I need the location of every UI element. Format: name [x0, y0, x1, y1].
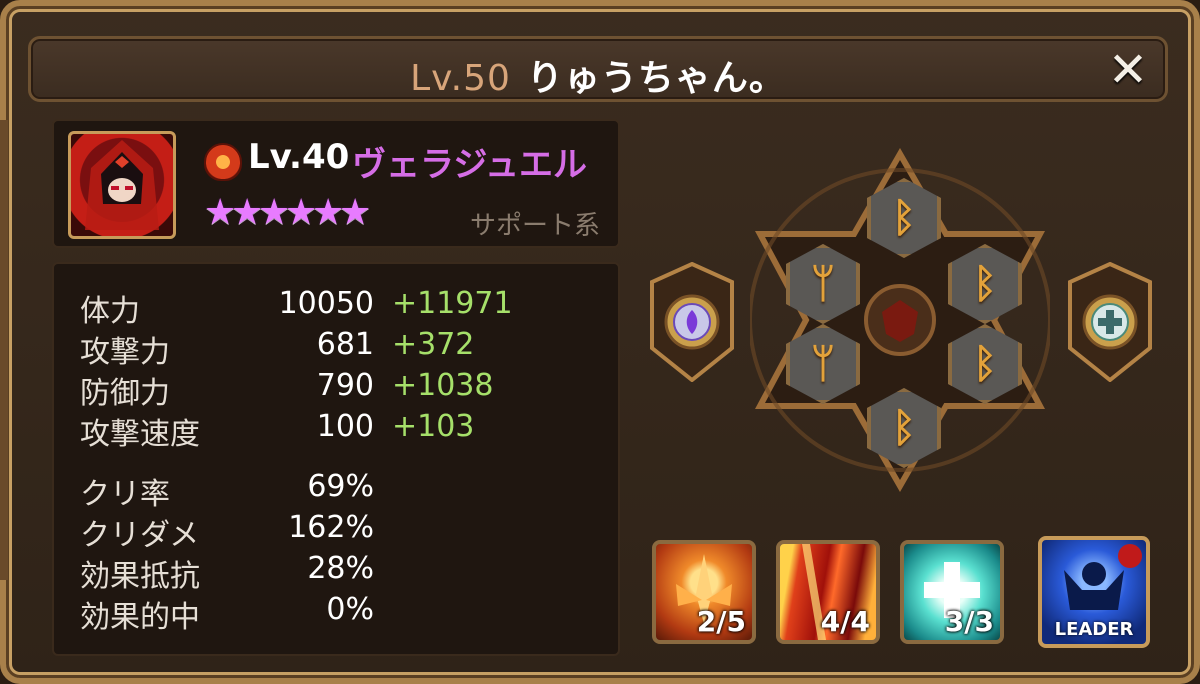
star-icon: ★ [339, 192, 372, 233]
stat-label: クリダメ [80, 518, 200, 553]
fire-element-icon [204, 143, 242, 181]
stat-row-defense: 防御力 790 +1038 [80, 368, 600, 411]
star-icon: ★ [258, 192, 291, 233]
skill-level: 3/3 [944, 605, 994, 638]
stat-base-value: 790 [316, 368, 374, 403]
hooded-monster-icon [85, 140, 159, 230]
violent-rune-icon: ᛒ [973, 341, 997, 387]
stat-label: 効果的中 [80, 600, 200, 635]
player-title: Lv.50 りゅうちゃん。 [31, 49, 1165, 101]
stat-base-value: 100 [316, 409, 374, 444]
stat-bonus-value: +11971 [392, 286, 513, 321]
energy-rune-icon: ᛘ [811, 341, 835, 387]
artifact-frame [650, 261, 734, 383]
star-icon: ★ [231, 192, 264, 233]
stat-label: クリ率 [80, 477, 170, 512]
monster-info-panel: Lv.40 ヴェラジュエル ★ ★ ★ ★ ★ ★ サポート系 [52, 119, 620, 248]
stat-base-value: 681 [316, 327, 374, 362]
stat-label: 効果抵抗 [80, 559, 200, 594]
stat-base-value: 28% [307, 551, 374, 586]
player-name: りゅうちゃん。 [526, 58, 786, 99]
stat-base-value: 10050 [278, 286, 374, 321]
rune-board: ᛒ ᛒ ᛒ ᛒ ᛘ ᛘ [750, 148, 1050, 492]
stat-row-resistance: 効果抵抗 28% [80, 551, 600, 594]
stat-label: 体力 [80, 294, 140, 329]
skill-level: 2/5 [696, 605, 746, 638]
monster-type: サポート系 [469, 211, 600, 241]
stat-label: 防御力 [80, 376, 170, 411]
skill-3[interactable]: 3/3 [900, 540, 1004, 644]
violent-rune-icon: ᛒ [973, 261, 997, 307]
star-icon: ★ [285, 192, 318, 233]
monster-name: ヴェラジュエル [352, 145, 587, 185]
stat-row-crit-rate: クリ率 69% [80, 469, 600, 512]
close-icon[interactable]: ✕ [1105, 46, 1151, 94]
violent-rune-icon: ᛒ [892, 195, 916, 241]
star-icon: ★ [312, 192, 345, 233]
stat-row-crit-damage: クリダメ 162% [80, 510, 600, 553]
star-rating: ★ ★ ★ ★ ★ ★ [204, 192, 372, 233]
stat-row-hp: 体力 10050 +11971 [80, 286, 600, 329]
stat-label: 攻撃速度 [80, 417, 200, 452]
stat-label: 攻撃力 [80, 335, 170, 370]
skill-1[interactable]: 2/5 [652, 540, 756, 644]
artifact-frame [1068, 261, 1152, 383]
stats-panel: 体力 10050 +11971 攻撃力 681 +372 防御力 790 +10… [52, 262, 620, 656]
stat-bonus-value: +1038 [392, 368, 494, 403]
skill-2[interactable]: 4/4 [776, 540, 880, 644]
monster-level: Lv.40 [248, 137, 350, 177]
energy-rune-icon: ᛘ [811, 261, 835, 307]
stat-row-accuracy: 効果的中 0% [80, 592, 600, 635]
stat-row-speed: 攻撃速度 100 +103 [80, 409, 600, 452]
element-artifact-icon[interactable] [648, 261, 736, 383]
window-edge [0, 120, 8, 580]
leader-skill[interactable]: LEADER [1038, 536, 1150, 648]
player-level: Lv.50 [410, 58, 511, 99]
monster-portrait[interactable] [68, 131, 176, 239]
leader-label: LEADER [1054, 619, 1134, 640]
type-artifact-icon[interactable] [1066, 261, 1154, 383]
stat-row-attack: 攻撃力 681 +372 [80, 327, 600, 370]
stat-base-value: 162% [288, 510, 374, 545]
stat-base-value: 69% [307, 469, 374, 504]
title-bar: Lv.50 りゅうちゃん。 ✕ [28, 36, 1168, 102]
star-icon: ★ [204, 192, 237, 233]
stat-bonus-value: +103 [392, 409, 475, 444]
skill-level: 4/4 [820, 605, 870, 638]
violent-rune-icon: ᛒ [892, 405, 916, 451]
stat-bonus-value: +372 [392, 327, 475, 362]
stat-base-value: 0% [326, 592, 374, 627]
